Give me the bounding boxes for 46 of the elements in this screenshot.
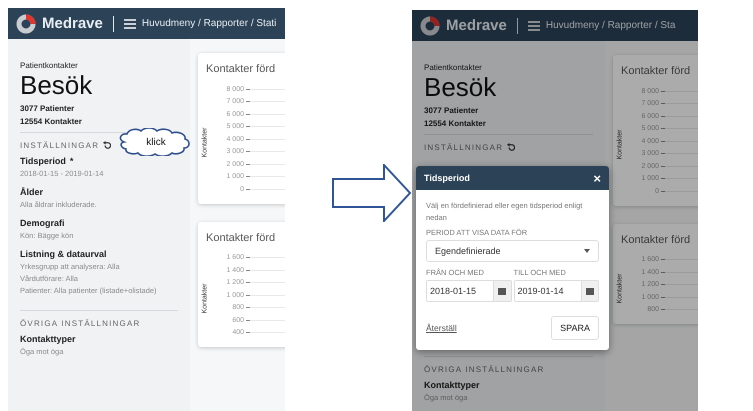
close-button[interactable]: × bbox=[593, 172, 601, 184]
brand-name: Medrave bbox=[446, 17, 507, 34]
overline-text: Patientkontakter bbox=[424, 63, 483, 72]
setting-label[interactable]: Tidsperiod bbox=[20, 156, 66, 166]
chart-title: Kontakter förd bbox=[621, 234, 692, 246]
menu-icon[interactable] bbox=[528, 20, 540, 30]
section-heading: INSTÄLLNINGAR bbox=[424, 143, 504, 152]
section-heading: INSTÄLLNINGAR bbox=[20, 141, 100, 150]
calendar-button[interactable] bbox=[580, 280, 599, 302]
period-select[interactable]: Egendefinierade bbox=[426, 240, 599, 262]
brand-name: Medrave bbox=[42, 15, 103, 32]
chart-title: Kontakter förd bbox=[621, 65, 692, 77]
required-marker: * bbox=[70, 156, 74, 166]
calendar-icon bbox=[498, 287, 506, 295]
dialog-title: Tidsperiod bbox=[424, 173, 470, 183]
date-field[interactable]: 2019-01-14 bbox=[514, 280, 580, 302]
reset-icon[interactable] bbox=[102, 141, 112, 150]
chart-title: Kontakter förd bbox=[206, 63, 276, 75]
stat-text: 3077 Patienter bbox=[424, 106, 480, 115]
breadcrumb[interactable]: Huvudmeny / Rapporter / Stati bbox=[142, 18, 276, 29]
section-heading: ÖVRIGA INSTÄLLNINGAR bbox=[424, 365, 544, 374]
overline-text: Patientkontakter bbox=[20, 61, 79, 70]
calendar-button[interactable] bbox=[493, 280, 512, 302]
reset-link[interactable]: Återställ bbox=[426, 323, 457, 333]
calendar-icon bbox=[586, 287, 594, 295]
caret-icon bbox=[584, 249, 590, 253]
logo-icon bbox=[420, 16, 440, 36]
setting-label[interactable]: Listning & dataurval bbox=[20, 249, 107, 259]
reset-icon[interactable] bbox=[506, 143, 516, 152]
setting-label[interactable]: Kontakttyper bbox=[20, 334, 76, 344]
logo-icon bbox=[16, 14, 36, 34]
date-field[interactable]: 2018-01-15 bbox=[426, 280, 493, 302]
page-title: Besök bbox=[20, 70, 94, 100]
setting-label[interactable]: Kontakttyper bbox=[424, 380, 480, 390]
stat-text: 3077 Patienter bbox=[20, 104, 76, 113]
stat-text: 12554 Kontakter bbox=[424, 119, 487, 128]
setting-label[interactable]: Demografi bbox=[20, 218, 65, 228]
save-button[interactable]: SPARA bbox=[551, 316, 599, 340]
section-heading: ÖVRIGA INSTÄLLNINGAR bbox=[20, 319, 140, 328]
arrow-icon bbox=[332, 164, 412, 222]
page-title: Besök bbox=[424, 72, 498, 102]
menu-icon[interactable] bbox=[124, 18, 136, 28]
breadcrumb[interactable]: Huvudmeny / Rapporter / Sta bbox=[546, 20, 676, 31]
setting-label[interactable]: Ålder bbox=[20, 187, 44, 197]
chart-title: Kontakter förd bbox=[206, 232, 276, 244]
stat-text: 12554 Kontakter bbox=[20, 117, 83, 126]
